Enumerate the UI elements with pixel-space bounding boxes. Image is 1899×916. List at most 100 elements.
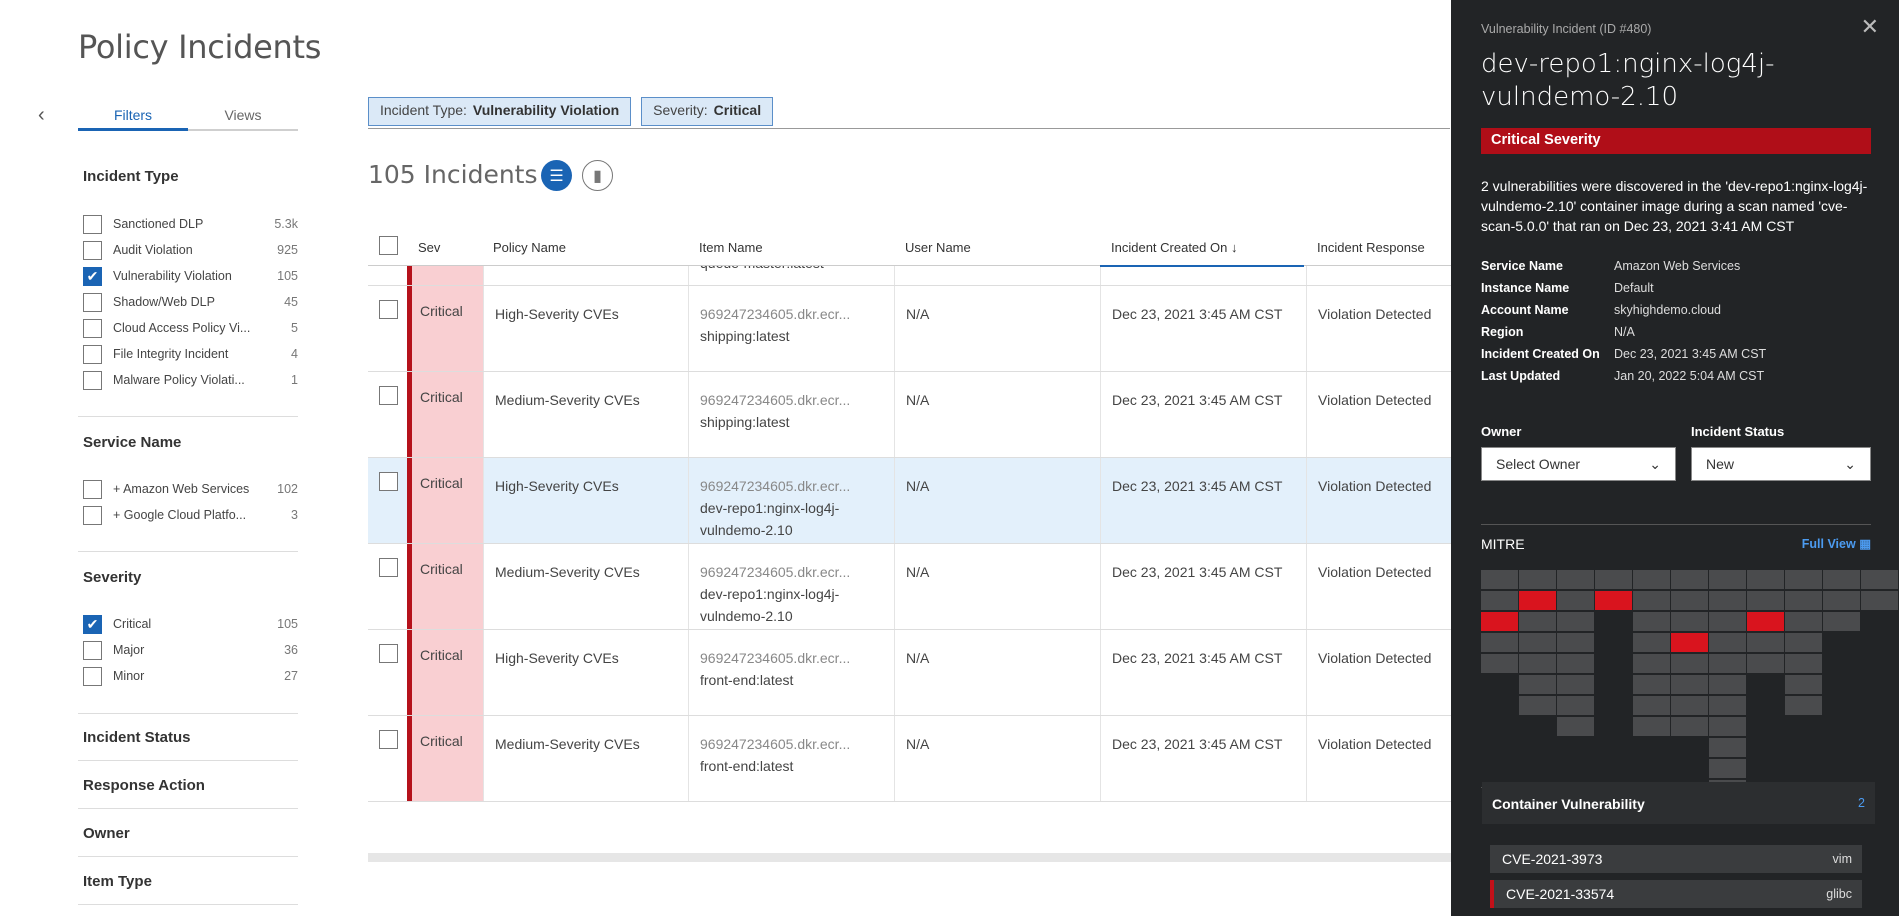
mitre-cell[interactable] bbox=[1633, 570, 1670, 589]
checked-checkbox[interactable]: ✔ bbox=[83, 614, 102, 634]
mitre-cell[interactable] bbox=[1595, 591, 1632, 610]
mitre-cell[interactable] bbox=[1633, 612, 1670, 631]
horizontal-scrollbar[interactable] bbox=[368, 853, 1451, 862]
checkbox[interactable] bbox=[83, 292, 102, 312]
mitre-cell[interactable] bbox=[1481, 612, 1518, 631]
row-checkbox[interactable] bbox=[379, 472, 398, 491]
mitre-cell[interactable] bbox=[1747, 591, 1784, 610]
mitre-cell[interactable] bbox=[1785, 591, 1822, 610]
checkbox[interactable] bbox=[83, 640, 102, 660]
mitre-cell[interactable] bbox=[1671, 675, 1708, 694]
filter-option[interactable]: Major 36 bbox=[83, 640, 298, 660]
policy-name[interactable]: Medium-Severity CVEs bbox=[495, 561, 640, 583]
mitre-cell[interactable] bbox=[1671, 570, 1708, 589]
mitre-cell[interactable] bbox=[1709, 654, 1746, 673]
checkbox[interactable] bbox=[83, 505, 102, 525]
filter-response-action[interactable]: Response Action bbox=[83, 777, 205, 794]
mitre-cell[interactable] bbox=[1709, 675, 1746, 694]
row-checkbox[interactable] bbox=[379, 300, 398, 319]
filter-section-title[interactable]: Service Name bbox=[83, 434, 298, 451]
mitre-cell[interactable] bbox=[1519, 675, 1556, 694]
close-icon[interactable]: ✕ bbox=[1861, 14, 1879, 40]
mitre-cell[interactable] bbox=[1709, 717, 1746, 736]
mitre-cell[interactable] bbox=[1557, 696, 1594, 715]
mitre-cell[interactable] bbox=[1481, 570, 1518, 589]
mitre-matrix[interactable] bbox=[1481, 570, 1898, 799]
mitre-cell[interactable] bbox=[1633, 591, 1670, 610]
mitre-cell[interactable] bbox=[1823, 612, 1860, 631]
mitre-cell[interactable] bbox=[1747, 654, 1784, 673]
checkbox[interactable] bbox=[83, 240, 102, 260]
mitre-cell[interactable] bbox=[1557, 591, 1594, 610]
filter-chip-severity[interactable]: Severity: Critical bbox=[641, 97, 774, 126]
table-row[interactable]: Critical High-Severity CVEs 969247234605.d… bbox=[368, 630, 1451, 716]
checkbox[interactable] bbox=[83, 344, 102, 364]
filter-option[interactable]: Sanctioned DLP 5.3k bbox=[83, 214, 298, 234]
column-header-sev[interactable]: Sev bbox=[418, 240, 440, 255]
row-checkbox[interactable] bbox=[379, 558, 398, 577]
filter-option[interactable]: Cloud Access Policy Vi... 5 bbox=[83, 318, 298, 338]
mitre-cell[interactable] bbox=[1671, 654, 1708, 673]
table-row[interactable]: Critical Medium-Severity CVEs 969247234605… bbox=[368, 372, 1451, 458]
mitre-cell[interactable] bbox=[1785, 633, 1822, 652]
select-all-checkbox[interactable] bbox=[379, 236, 398, 255]
mitre-cell[interactable] bbox=[1633, 717, 1670, 736]
mitre-cell[interactable] bbox=[1519, 570, 1556, 589]
mitre-cell[interactable] bbox=[1671, 696, 1708, 715]
mitre-cell[interactable] bbox=[1671, 717, 1708, 736]
column-header-incident-response[interactable]: Incident Response bbox=[1317, 240, 1425, 255]
policy-name[interactable]: High-Severity CVEs bbox=[495, 647, 619, 669]
mitre-cell[interactable] bbox=[1633, 654, 1670, 673]
mitre-cell[interactable] bbox=[1709, 759, 1746, 778]
policy-name[interactable]: Medium-Severity CVEs bbox=[495, 733, 640, 755]
mitre-cell[interactable] bbox=[1557, 717, 1594, 736]
mitre-cell[interactable] bbox=[1785, 675, 1822, 694]
mitre-cell[interactable] bbox=[1519, 696, 1556, 715]
mitre-cell[interactable] bbox=[1633, 633, 1670, 652]
mitre-cell[interactable] bbox=[1481, 591, 1518, 610]
filter-option[interactable]: Minor 27 bbox=[83, 666, 298, 686]
table-row[interactable]: Critical High-Severity CVEs 969247234605.d… bbox=[368, 286, 1451, 372]
mitre-cell[interactable] bbox=[1557, 675, 1594, 694]
mitre-cell[interactable] bbox=[1671, 591, 1708, 610]
checkbox[interactable] bbox=[83, 479, 102, 499]
table-row[interactable]: Critical Medium-Severity CVEs 969247234605… bbox=[368, 716, 1451, 802]
mitre-cell[interactable] bbox=[1747, 570, 1784, 589]
cve-item[interactable]: CVE-2021-33574 glibc bbox=[1490, 880, 1862, 908]
mitre-cell[interactable] bbox=[1747, 612, 1784, 631]
row-checkbox[interactable] bbox=[379, 386, 398, 405]
filter-option[interactable]: Shadow/Web DLP 45 bbox=[83, 292, 298, 312]
checkbox[interactable] bbox=[83, 318, 102, 338]
filter-section-title[interactable]: Incident Type bbox=[83, 168, 298, 185]
mitre-cell[interactable] bbox=[1785, 696, 1822, 715]
filter-option[interactable]: + Amazon Web Services 102 bbox=[83, 479, 298, 499]
tab-views[interactable]: Views bbox=[188, 104, 298, 129]
mitre-cell[interactable] bbox=[1671, 612, 1708, 631]
mitre-cell[interactable] bbox=[1709, 633, 1746, 652]
container-vulnerability-header[interactable]: Container Vulnerability 2 bbox=[1482, 782, 1875, 824]
filter-option[interactable]: File Integrity Incident 4 bbox=[83, 344, 298, 364]
mitre-cell[interactable] bbox=[1519, 612, 1556, 631]
policy-name[interactable]: High-Severity CVEs bbox=[495, 475, 619, 497]
filter-section-title[interactable]: Severity bbox=[83, 569, 298, 586]
mitre-cell[interactable] bbox=[1481, 633, 1518, 652]
filter-incident-status[interactable]: Incident Status bbox=[83, 729, 191, 746]
owner-select[interactable]: Select Owner ⌄ bbox=[1481, 447, 1676, 481]
filter-item-type[interactable]: Item Type bbox=[83, 873, 152, 890]
mitre-cell[interactable] bbox=[1557, 570, 1594, 589]
checkbox[interactable] bbox=[83, 214, 102, 234]
mitre-cell[interactable] bbox=[1709, 591, 1746, 610]
filter-option[interactable]: Malware Policy Violati... 1 bbox=[83, 370, 298, 390]
incident-status-select[interactable]: New ⌄ bbox=[1691, 447, 1871, 481]
mitre-cell[interactable] bbox=[1823, 570, 1860, 589]
mitre-cell[interactable] bbox=[1861, 570, 1898, 589]
filter-option[interactable]: Audit Violation 925 bbox=[83, 240, 298, 260]
mitre-cell[interactable] bbox=[1709, 612, 1746, 631]
mitre-cell[interactable] bbox=[1633, 696, 1670, 715]
row-checkbox[interactable] bbox=[379, 730, 398, 749]
filter-owner[interactable]: Owner bbox=[83, 825, 130, 842]
filter-option[interactable]: ✔ Critical 105 bbox=[83, 614, 298, 634]
mitre-cell[interactable] bbox=[1519, 654, 1556, 673]
tab-filters[interactable]: Filters bbox=[78, 104, 188, 131]
mitre-cell[interactable] bbox=[1785, 570, 1822, 589]
